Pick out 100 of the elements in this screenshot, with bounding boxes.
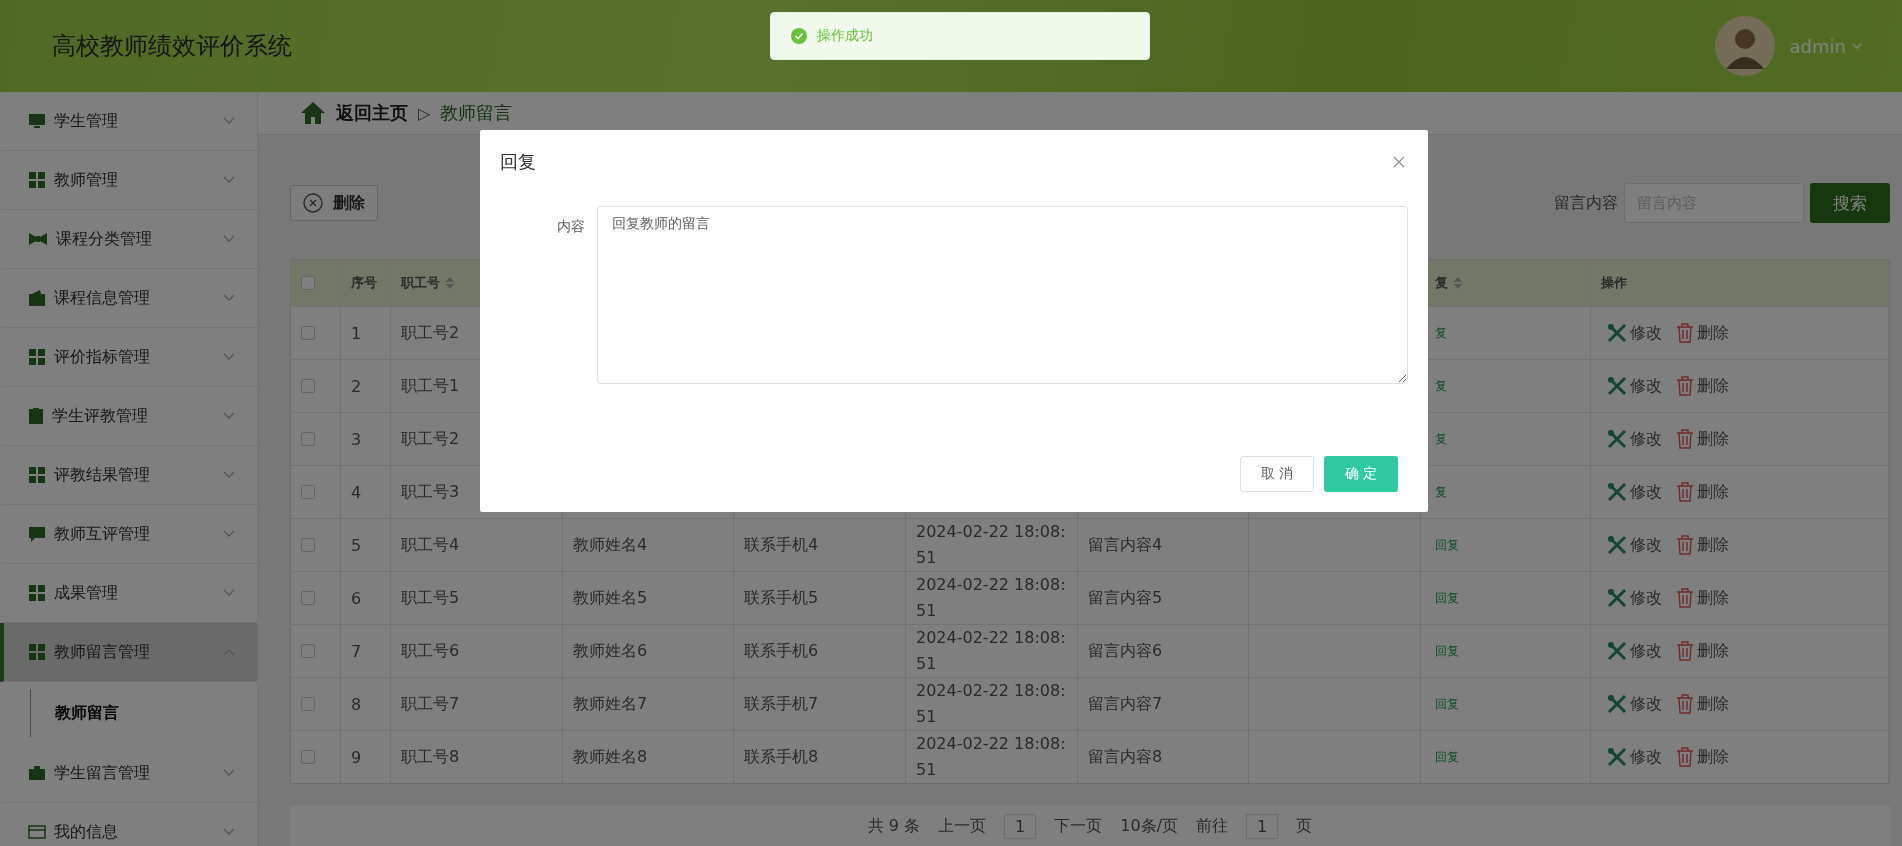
checkbox[interactable] — [301, 485, 315, 499]
column-header[interactable]: 复 — [1431, 274, 1448, 292]
table-cell: 联系手机8 — [744, 746, 819, 768]
goto-label: 前往 — [1196, 815, 1229, 837]
grid-icon — [28, 643, 46, 661]
delete-link[interactable]: 删除 — [1676, 746, 1729, 768]
cancel-button[interactable]: 取 消 — [1240, 456, 1314, 492]
briefcase-icon — [28, 764, 46, 782]
checkbox[interactable] — [301, 591, 315, 605]
breadcrumb-separator: ▷ — [418, 103, 431, 123]
confirm-button[interactable]: 确 定 — [1324, 456, 1398, 492]
reply-link[interactable]: 回复 — [1431, 536, 1459, 554]
table-cell: 职工号4 — [401, 534, 460, 556]
delete-link[interactable]: 删除 — [1676, 587, 1729, 609]
delete-link[interactable]: 删除 — [1676, 693, 1729, 715]
table-cell: 联系手机6 — [744, 640, 819, 662]
table-cell: 职工号5 — [401, 587, 460, 609]
goto-field[interactable]: 1 — [1246, 813, 1279, 839]
sort-icon[interactable] — [446, 277, 454, 289]
table-cell: 教师姓名6 — [573, 640, 648, 662]
edit-link[interactable]: 修改 — [1607, 746, 1662, 768]
next-page-button[interactable]: 下一页 — [1054, 815, 1103, 837]
monitor-icon — [28, 112, 46, 130]
tools-icon — [1607, 376, 1627, 396]
column-header[interactable]: 职工号 — [401, 274, 440, 292]
edit-link[interactable]: 修改 — [1607, 322, 1662, 344]
sort-icon[interactable] — [1454, 277, 1462, 289]
delete-link[interactable]: 删除 — [1676, 322, 1729, 344]
grid-icon — [28, 466, 46, 484]
reply-link[interactable]: 复 — [1431, 324, 1447, 342]
trash-icon — [1676, 588, 1694, 608]
edit-link[interactable]: 修改 — [1607, 375, 1662, 397]
edit-link[interactable]: 修改 — [1607, 640, 1662, 662]
content-field[interactable]: 回复教师的留言 — [597, 206, 1408, 384]
checkbox[interactable] — [301, 276, 315, 290]
tools-icon — [1607, 323, 1627, 343]
table-cell: 职工号7 — [401, 693, 460, 715]
chevron-icon — [223, 353, 235, 361]
table-cell: 教师姓名8 — [573, 746, 648, 768]
chevron-icon — [223, 412, 235, 420]
table-cell: 2 — [351, 376, 362, 396]
reply-link[interactable]: 复 — [1431, 430, 1447, 448]
delete-link[interactable]: 删除 — [1676, 428, 1729, 450]
sidebar-subitem[interactable]: 教师留言 — [30, 689, 119, 737]
reply-link[interactable]: 复 — [1431, 483, 1447, 501]
reply-link[interactable]: 回复 — [1431, 695, 1459, 713]
card-icon — [28, 823, 46, 841]
table-cell-text: 2024-02-22 18:08:51 — [916, 627, 1066, 675]
tools-icon — [1607, 535, 1627, 555]
delete-button[interactable]: 删除 — [290, 185, 378, 221]
page-size-select[interactable]: 10条/页 — [1120, 815, 1179, 837]
table-cell: 5 — [351, 535, 362, 555]
checkbox[interactable] — [301, 750, 315, 764]
reply-link[interactable]: 回复 — [1431, 748, 1459, 766]
edit-link[interactable]: 修改 — [1607, 534, 1662, 556]
table-cell: 3 — [351, 429, 362, 449]
chevron-icon — [223, 769, 235, 777]
checkbox[interactable] — [301, 432, 315, 446]
delete-link[interactable]: 删除 — [1676, 375, 1729, 397]
search-label: 留言内容 — [1554, 192, 1618, 214]
reply-link[interactable]: 复 — [1431, 377, 1447, 395]
trash-icon — [1676, 376, 1694, 396]
chevron-icon — [223, 471, 235, 479]
table-cell: 留言内容8 — [1088, 746, 1163, 768]
chat-icon — [28, 525, 46, 543]
edit-link[interactable]: 修改 — [1607, 693, 1662, 715]
home-link[interactable]: 返回主页 — [336, 101, 408, 125]
edit-link[interactable]: 修改 — [1607, 481, 1662, 503]
table-cell: 职工号1 — [401, 375, 460, 397]
home-icon[interactable] — [300, 101, 326, 125]
table-cell: 教师姓名7 — [573, 693, 648, 715]
avatar[interactable] — [1713, 15, 1776, 77]
delete-link[interactable]: 删除 — [1676, 534, 1729, 556]
toast-text: 操作成功 — [817, 27, 873, 45]
reply-link[interactable]: 回复 — [1431, 642, 1459, 660]
search-button[interactable]: 搜索 — [1810, 183, 1890, 223]
trash-icon — [1676, 535, 1694, 555]
checkbox[interactable] — [301, 538, 315, 552]
sidebar-item[interactable]: 教师留言管理 — [0, 623, 257, 682]
prev-page-button[interactable]: 上一页 — [938, 815, 987, 837]
trash-icon — [1676, 747, 1694, 767]
table-cell: 4 — [351, 482, 362, 502]
page-suffix: 页 — [1296, 815, 1313, 837]
table-cell-text: 2024-02-22 18:08:51 — [916, 733, 1066, 781]
page-number[interactable]: 1 — [1004, 813, 1037, 839]
checkbox[interactable] — [301, 644, 315, 658]
table-cell: 留言内容5 — [1088, 587, 1163, 609]
checkbox[interactable] — [301, 379, 315, 393]
checkbox[interactable] — [301, 697, 315, 711]
breadcrumb-current: 教师留言 — [440, 101, 513, 125]
wallet-icon — [28, 289, 46, 307]
edit-link[interactable]: 修改 — [1607, 428, 1662, 450]
checkbox[interactable] — [301, 326, 315, 340]
reply-link[interactable]: 回复 — [1431, 589, 1459, 607]
edit-link[interactable]: 修改 — [1607, 587, 1662, 609]
table-cell: 留言内容7 — [1088, 693, 1163, 715]
table-cell: 6 — [351, 588, 362, 608]
delete-link[interactable]: 删除 — [1676, 481, 1729, 503]
trash-icon — [1676, 694, 1694, 714]
delete-link[interactable]: 删除 — [1676, 640, 1729, 662]
